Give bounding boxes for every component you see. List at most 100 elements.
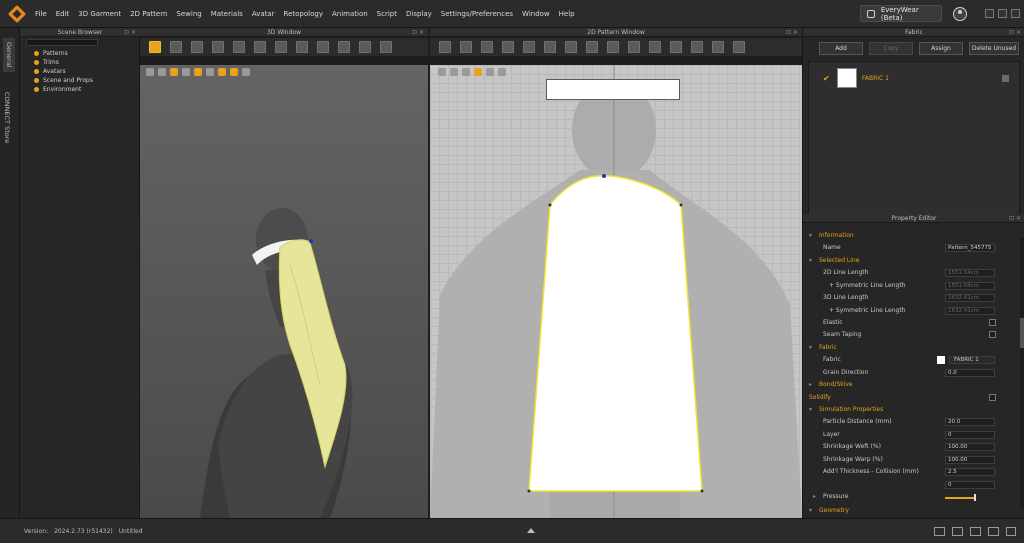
- tree-item-patterns[interactable]: Patterns: [34, 49, 93, 58]
- simulate-icon[interactable]: [146, 68, 154, 76]
- tab-connect-store[interactable]: CONNECT Store: [3, 92, 11, 143]
- brush-icon[interactable]: [380, 41, 392, 53]
- panel-pin-icon[interactable]: ⊡ ✕: [411, 29, 425, 36]
- fitting-icon[interactable]: [317, 41, 329, 53]
- edit-pattern-icon[interactable]: [460, 41, 472, 53]
- texture-icon[interactable]: [194, 68, 202, 76]
- free-sewing-icon[interactable]: [607, 41, 619, 53]
- measure-icon[interactable]: [233, 41, 245, 53]
- seam-icon[interactable]: [565, 41, 577, 53]
- garment-icon[interactable]: [296, 41, 308, 53]
- fabric-list-item[interactable]: ✔ FABRIC 1: [809, 66, 1021, 90]
- menu-3d-garment[interactable]: 3D Garment: [78, 10, 121, 18]
- user-account-icon[interactable]: [953, 7, 967, 21]
- export-icon[interactable]: [242, 68, 250, 76]
- layout-single-icon[interactable]: [934, 527, 945, 536]
- topstitch-icon[interactable]: [649, 41, 661, 53]
- thickness-field[interactable]: 2.5: [945, 468, 995, 476]
- tree-item-avatars[interactable]: Avatars: [34, 67, 93, 76]
- segment-sewing-icon[interactable]: [586, 41, 598, 53]
- section-information[interactable]: ▾ Information: [809, 230, 1005, 242]
- scrollbar-thumb[interactable]: [1020, 318, 1024, 348]
- transform-icon[interactable]: [338, 41, 350, 53]
- 3d-pen-icon[interactable]: [359, 41, 371, 53]
- everywear-button[interactable]: EveryWear (Beta): [860, 5, 942, 22]
- select-move-icon[interactable]: [149, 41, 161, 53]
- fabric-display-icon[interactable]: [486, 68, 494, 76]
- panel-pin-icon[interactable]: ⊡ ✕: [1008, 215, 1022, 222]
- shrinkage-warp-field[interactable]: 100.00: [945, 456, 995, 464]
- style-line-icon[interactable]: [275, 41, 287, 53]
- avatar-display-icon[interactable]: [158, 68, 166, 76]
- section-fabric[interactable]: ▾ Fabric: [809, 342, 1005, 354]
- avatar-2d-icon[interactable]: [462, 68, 470, 76]
- section-geometry[interactable]: ▾ Geometry: [809, 505, 1005, 517]
- transform-pattern-icon[interactable]: [439, 41, 451, 53]
- layout-2d-icon[interactable]: [988, 527, 999, 536]
- menu-retopology[interactable]: Retopology: [284, 10, 323, 18]
- section-simulation-properties[interactable]: ▾ Simulation Properties: [809, 404, 1005, 416]
- scene-search-input[interactable]: [26, 39, 98, 46]
- 2d-viewport[interactable]: [430, 65, 802, 518]
- grain-direction-field[interactable]: 0.0: [945, 369, 995, 377]
- grid-icon[interactable]: [438, 68, 446, 76]
- section-selected-line[interactable]: ▾ Selected Line: [809, 255, 1005, 267]
- ruler-icon[interactable]: [712, 41, 724, 53]
- property-scrollbar[interactable]: [1020, 238, 1024, 508]
- light-icon[interactable]: [218, 68, 226, 76]
- fabric-download-icon[interactable]: [1002, 74, 1009, 82]
- fold-icon[interactable]: [191, 41, 203, 53]
- pattern-name-box[interactable]: [546, 79, 680, 100]
- rectangle-icon[interactable]: [481, 41, 493, 53]
- export-2d-icon[interactable]: [498, 68, 506, 76]
- elastic-checkbox[interactable]: [989, 319, 996, 326]
- minimize-icon[interactable]: [985, 9, 994, 18]
- menu-edit[interactable]: Edit: [56, 10, 70, 18]
- menu-script[interactable]: Script: [377, 10, 397, 18]
- panel-pin-icon[interactable]: ⊡ ✕: [123, 29, 137, 36]
- tree-item-trims[interactable]: Trims: [34, 58, 93, 67]
- menu-window[interactable]: Window: [522, 10, 550, 18]
- texture-2d-icon[interactable]: [474, 68, 482, 76]
- puckering-icon[interactable]: [691, 41, 703, 53]
- garment-2d-icon[interactable]: [733, 41, 745, 53]
- dart-icon[interactable]: [523, 41, 535, 53]
- shrinkage-weft-field[interactable]: 100.00: [945, 443, 995, 451]
- shading-icon[interactable]: [206, 68, 214, 76]
- layout-3d-icon[interactable]: [970, 527, 981, 536]
- delete-unused-button[interactable]: Delete Unused: [969, 42, 1019, 55]
- pleats-icon[interactable]: [670, 41, 682, 53]
- particle-distance-field[interactable]: 20.0: [945, 418, 995, 426]
- layout-grid-icon[interactable]: [1006, 527, 1016, 536]
- menu-avatar[interactable]: Avatar: [252, 10, 275, 18]
- 3d-viewport[interactable]: [140, 65, 428, 518]
- environment-display-icon[interactable]: [230, 68, 238, 76]
- menu-help[interactable]: Help: [559, 10, 575, 18]
- panel-pin-icon[interactable]: ⊡ ✕: [785, 29, 799, 36]
- tree-item-environment[interactable]: Environment: [34, 85, 93, 94]
- layout-split-icon[interactable]: [952, 527, 963, 536]
- add-fabric-button[interactable]: Add: [819, 42, 863, 55]
- layer-icon[interactable]: [450, 68, 458, 76]
- fold-pattern-icon[interactable]: [628, 41, 640, 53]
- layer-field[interactable]: 0: [945, 431, 995, 439]
- copy-fabric-button[interactable]: Copy: [869, 42, 913, 55]
- section-bond-skive[interactable]: ▸ Bond/Skive: [809, 379, 1005, 391]
- menu-2d-pattern[interactable]: 2D Pattern: [130, 10, 167, 18]
- menu-display[interactable]: Display: [406, 10, 432, 18]
- menu-file[interactable]: File: [35, 10, 47, 18]
- pressure-slider-handle[interactable]: [974, 494, 976, 501]
- tab-general[interactable]: General: [3, 38, 15, 72]
- expand-up-icon[interactable]: [527, 528, 535, 533]
- close-icon[interactable]: [1011, 9, 1020, 18]
- pin-icon[interactable]: [212, 41, 224, 53]
- menu-materials[interactable]: Materials: [211, 10, 243, 18]
- menu-sewing[interactable]: Sewing: [176, 10, 201, 18]
- menu-animation[interactable]: Animation: [332, 10, 368, 18]
- assign-fabric-button[interactable]: Assign: [919, 42, 963, 55]
- menu-settings[interactable]: Settings/Preferences: [441, 10, 513, 18]
- select-mesh-icon[interactable]: [170, 41, 182, 53]
- internal-shape-icon[interactable]: [502, 41, 514, 53]
- trace-icon[interactable]: [544, 41, 556, 53]
- maximize-icon[interactable]: [998, 9, 1007, 18]
